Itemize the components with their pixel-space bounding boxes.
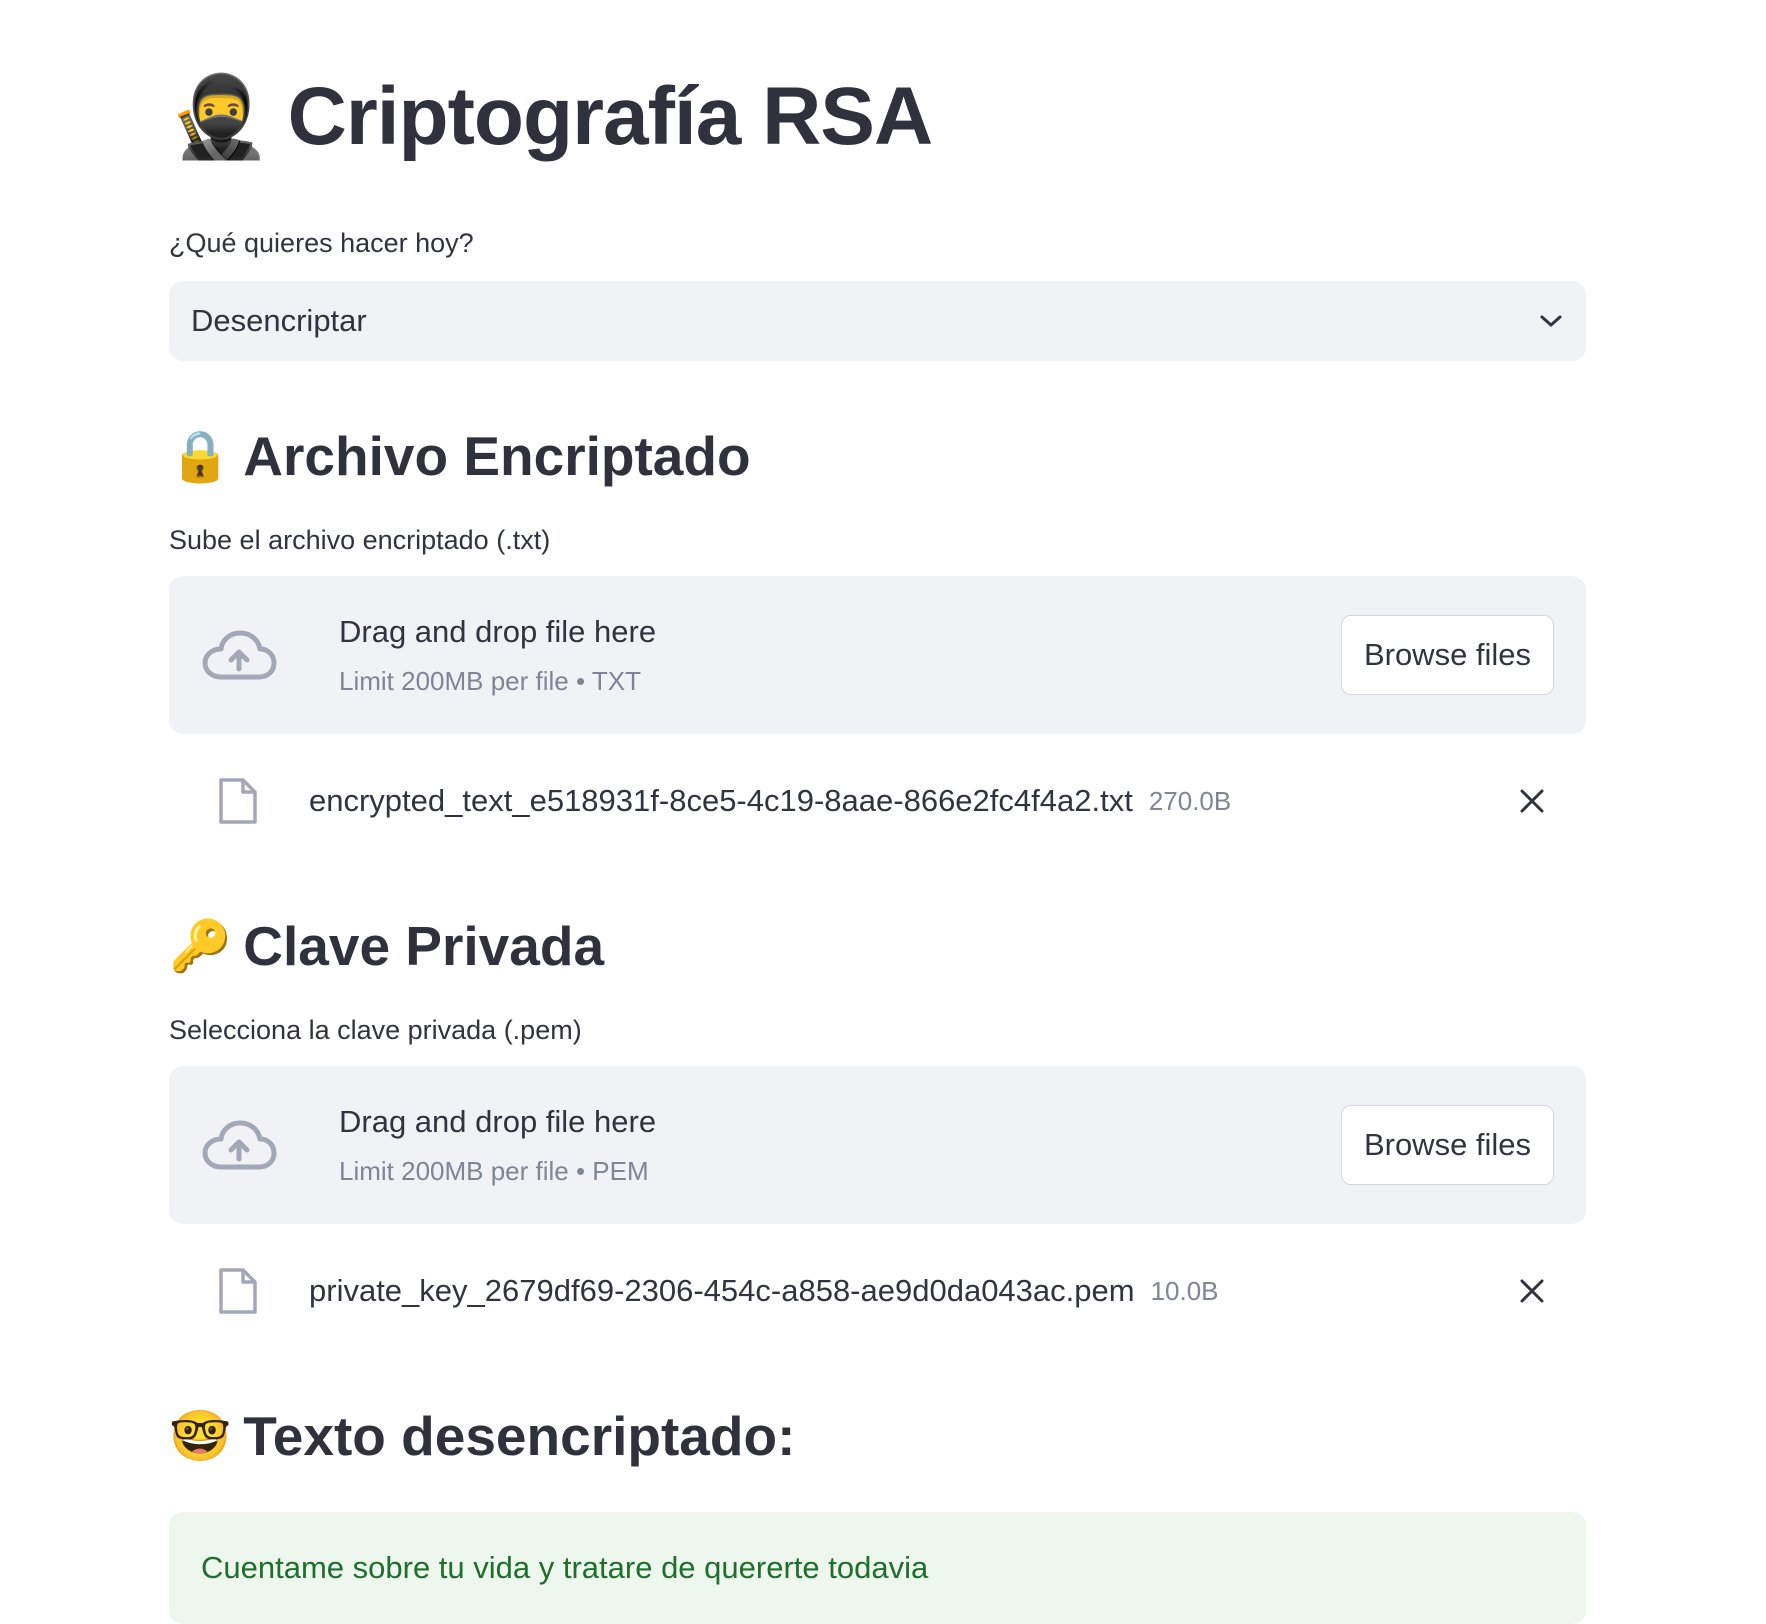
key-section-heading: 🔑 Clave Privada [169,908,1586,984]
decrypted-text: Cuentame sobre tu vida y tratare de quer… [201,1550,929,1585]
browse-files-button[interactable]: Browse files [1341,615,1554,695]
dropzone-instructions: Drag and drop file here Limit 200MB per … [339,1102,1341,1188]
dropzone-limit: Limit 200MB per file • PEM [339,1156,649,1186]
nerd-face-icon: 🤓 [169,1408,232,1464]
key-section-title: Clave Privada [243,915,605,977]
cloud-upload-icon [202,1120,277,1170]
file-icon [219,1268,257,1314]
encrypted-section-heading: 🔒 Archivo Encriptado [169,418,1586,494]
result-section-title: Texto desencriptado: [243,1405,796,1467]
uploaded-file-size: 10.0B [1150,1275,1219,1306]
dropzone-instructions: Drag and drop file here Limit 200MB per … [339,612,1341,698]
lock-icon: 🔒 [169,428,232,484]
action-select-value: Desencriptar [191,303,367,338]
cloud-upload-icon [202,630,277,680]
dropzone-limit: Limit 200MB per file • TXT [339,666,641,696]
chevron-down-icon[interactable] [1538,308,1564,334]
dropzone-title: Drag and drop file here [339,1104,657,1139]
page-title: 🥷 Criptografía RSA [169,62,1586,172]
uploaded-file-row: encrypted_text_e518931f-8ce5-4c19-8aae-8… [169,734,1586,868]
encrypted-section-title: Archivo Encriptado [243,425,751,487]
encrypted-file-dropzone[interactable]: Drag and drop file here Limit 200MB per … [169,576,1586,734]
key-uploader-label: Selecciona la clave privada (.pem) [169,1015,582,1045]
browse-files-button[interactable]: Browse files [1341,1105,1554,1185]
result-section-heading: 🤓 Texto desencriptado: [169,1398,1586,1474]
encrypted-uploader-label: Sube el archivo encriptado (.txt) [169,525,551,555]
uploaded-file-size: 270.0B [1148,785,1232,816]
uploaded-file-name: encrypted_text_e518931f-8ce5-4c19-8aae-8… [309,783,1133,818]
action-select[interactable]: Desencriptar [169,281,1586,361]
uploaded-file-row: private_key_2679df69-2306-454c-a858-ae9d… [169,1224,1586,1358]
key-file-dropzone[interactable]: Drag and drop file here Limit 200MB per … [169,1066,1586,1224]
close-icon[interactable] [1516,1275,1548,1307]
decrypted-text-box: Cuentame sobre tu vida y tratare de quer… [169,1512,1586,1624]
close-icon[interactable] [1516,785,1548,817]
page-title-text: Criptografía RSA [287,71,934,162]
file-icon [219,778,257,824]
ninja-icon: 🥷 [169,72,269,161]
action-select-label: ¿Qué quieres hacer hoy? [169,228,474,258]
uploaded-file-name: private_key_2679df69-2306-454c-a858-ae9d… [309,1273,1135,1308]
main-container: 🥷 Criptografía RSA ¿Qué quieres hacer ho… [169,0,1586,1624]
key-icon: 🔑 [169,918,232,974]
dropzone-title: Drag and drop file here [339,614,657,649]
